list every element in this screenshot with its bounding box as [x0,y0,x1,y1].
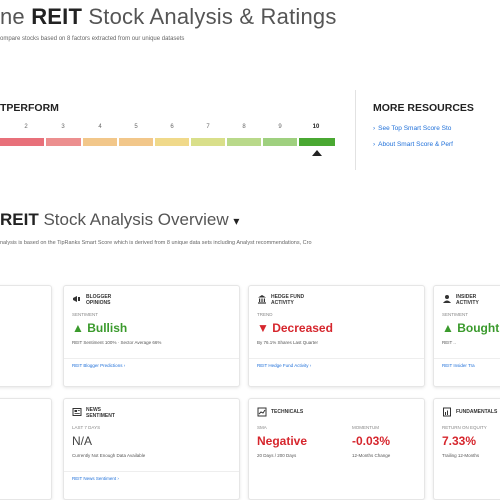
tick-label: 6 [170,124,174,130]
card-detail: 20 Days / 200 Days [257,453,297,458]
overview-ticker: REIT [0,210,39,229]
smart-score-ticks: 2 3 4 5 6 7 8 9 10 [0,124,340,132]
card-footer-link[interactable]: REIT Blogger Predictions › [72,363,125,368]
card-label-momentum: MOMENTUM [352,425,379,430]
caret-down-icon[interactable]: ▾ [233,214,239,228]
card-label: SMA [257,425,267,430]
card-header: TECHNICALS [271,409,304,415]
tick-label: 3 [61,124,65,130]
title-prefix: ne [0,4,25,29]
card-value: ▲ Bullish [72,321,128,335]
newspaper-icon [72,408,82,416]
card-value-momentum: -0.03% [352,434,391,448]
card-detail: Trailing 12-Months [442,453,480,458]
tick-label: 9 [278,124,282,130]
chevron-right-icon: › [373,141,376,148]
card-detail: REIT Sentiment 100% · Sector Average 66% [72,340,162,345]
score-segment [191,138,225,146]
card-header: HEDGE FUND ACTIVITY [271,294,305,306]
card-fundamentals: FUNDAMENTALS RETURN ON EQUITY 7.33% Trai… [433,398,500,500]
bank-icon [258,295,266,304]
card-footer: REIT Blogger Predictions › [64,358,239,368]
resource-link-about-smart-score[interactable]: › About Smart Score & Perf [373,141,453,148]
score-segment [0,138,44,146]
card-value: ▼ Decreased [257,321,333,335]
more-resources-title: MORE RESOURCES [373,102,474,114]
person-icon [443,295,451,303]
card-footer: REIT Insider Tra [434,358,500,368]
card-value: Negative [257,434,308,448]
card-header: INSIDER ACTIVITY [456,294,479,306]
card-label: SENTIMENT [442,312,469,317]
smart-score-label: TPERFORM [0,102,59,114]
card-value: ▲ Bought [442,321,500,335]
card-label: SENTIMENT [72,312,99,317]
score-segment [83,138,117,146]
card-hedge-fund-activity: HEDGE FUND ACTIVITY TREND ▼ Decreased By … [248,285,425,387]
score-marker-icon [312,150,322,156]
card-footer: REIT News Sentiment › [64,471,239,481]
score-segment [299,138,335,146]
tick-label: 7 [206,124,210,130]
card-detail: Currently Not Enough Data Available [72,453,146,458]
card-label: LAST 7 DAYS [72,425,101,430]
tick-label-selected: 10 [312,124,320,130]
card-technicals: TECHNICALS SMA MOMENTUM Negative -0.03% … [248,398,425,500]
card-partial-left-2 [0,398,52,500]
card-footer-link[interactable]: REIT News Sentiment › [72,476,119,481]
score-segment [46,138,81,146]
card-header: FUNDAMENTALS [456,409,498,415]
smart-score-bar [0,138,335,146]
overview-title-text: Stock Analysis Overview [43,210,229,229]
card-label: RETURN ON EQUITY [442,425,487,430]
tick-label: 2 [24,124,28,130]
card-news-sentiment: NEWS SENTIMENT LAST 7 DAYS N/A Currently … [63,398,240,500]
card-value: 7.33% [442,434,477,448]
card-value: N/A [72,434,93,448]
tick-label: 4 [98,124,102,130]
resource-link-top-smart-score[interactable]: › See Top Smart Score Sto [373,125,451,132]
document-chart-icon [443,407,451,417]
resource-link-label[interactable]: See Top Smart Score Sto [378,125,451,132]
tick-label: 5 [134,124,138,130]
card-blogger-opinions: BLOGGER OPINIONS SENTIMENT ▲ Bullish REIT… [63,285,240,387]
resource-link-label[interactable]: About Smart Score & Perf [378,141,453,148]
card-detail: REIT .. [442,340,456,345]
card-footer-link[interactable]: REIT Hedge Fund Activity › [257,363,311,368]
score-segment [227,138,261,146]
card-label: TREND [257,312,273,317]
title-ticker: REIT [31,4,83,29]
card-partial-left [0,285,52,387]
score-segment [119,138,153,146]
section-divider [355,90,356,170]
card-detail: By 76.1% Shares Last Quarter [257,340,319,345]
megaphone-icon [73,296,80,302]
card-insider-activity: INSIDER ACTIVITY SENTIMENT ▲ Bought REIT … [433,285,500,387]
tick-label: 8 [242,124,246,130]
score-segment [155,138,189,146]
overview-title[interactable]: REIT Stock Analysis Overview ▾ [0,210,239,230]
score-segment [263,138,297,146]
card-detail-momentum: 12-Months Change [352,453,391,458]
card-footer-link[interactable]: REIT Insider Tra [442,363,475,368]
overview-description: nalysis is based on the TipRanks Smart S… [0,240,312,246]
card-header: NEWS SENTIMENT [86,407,115,419]
page-title: ne REIT Stock Analysis & Ratings [0,4,337,30]
page-subtitle: ompare stocks based on 8 factors extract… [0,36,185,42]
card-footer: REIT Hedge Fund Activity › [249,358,424,368]
chart-icon [257,407,267,417]
title-rest: Stock Analysis & Ratings [88,4,337,29]
card-header: BLOGGER OPINIONS [86,294,112,306]
chevron-right-icon: › [373,125,376,132]
